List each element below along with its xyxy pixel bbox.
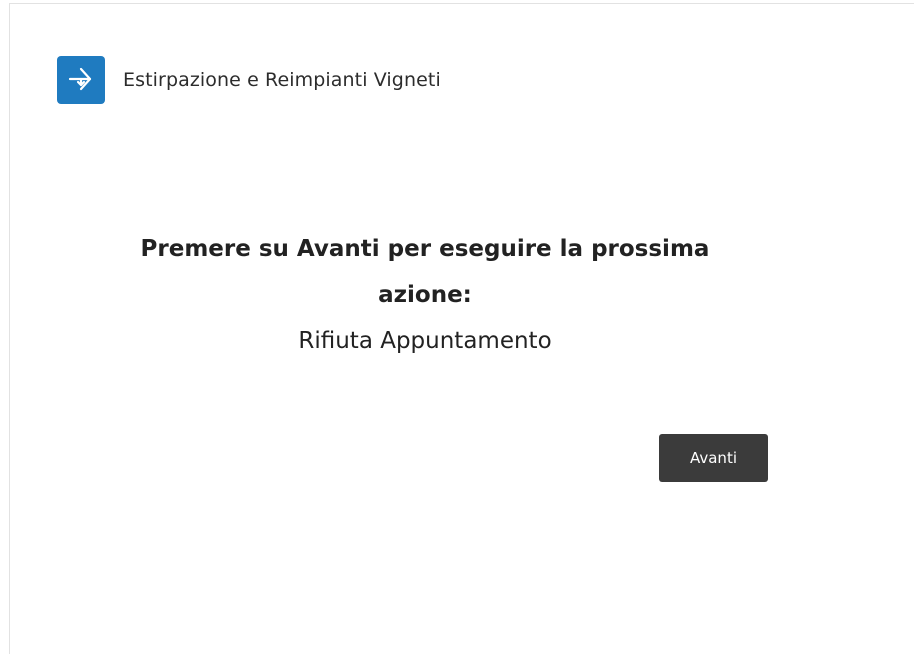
next-button[interactable]: Avanti	[659, 434, 768, 482]
next-action-name: Rifiuta Appuntamento	[298, 328, 552, 354]
app-header: Estirpazione e Reimpianti Vigneti	[57, 56, 441, 104]
app-title: Estirpazione e Reimpianti Vigneti	[123, 69, 441, 91]
dialog-panel: Estirpazione e Reimpianti Vigneti Premer…	[9, 3, 914, 654]
workflow-arrows-icon	[57, 56, 105, 104]
next-action-prompt: Premere su Avanti per eseguire la prossi…	[140, 236, 710, 308]
